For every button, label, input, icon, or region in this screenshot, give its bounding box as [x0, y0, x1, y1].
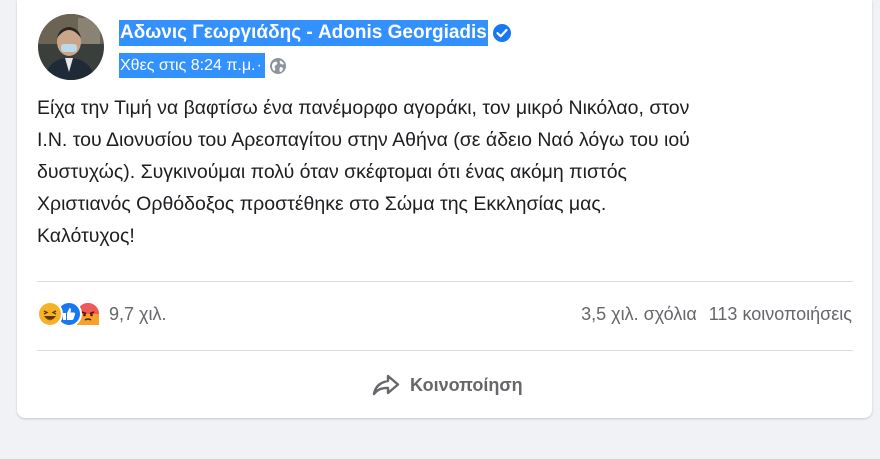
profile-photo-icon	[38, 14, 104, 80]
divider	[37, 350, 853, 351]
author-name-link[interactable]: Αδωνις Γεωργιάδης - Adonis Georgiadis	[119, 20, 488, 46]
post-text: Είχα την Τιμή να βαφτίσω ένα πανέμορφο α…	[37, 97, 690, 247]
globe-icon[interactable]	[269, 57, 287, 75]
share-button[interactable]: Κοινοποίηση	[370, 364, 523, 406]
reaction-count[interactable]: 9,7 χιλ.	[109, 304, 166, 325]
verified-badge-icon	[492, 23, 512, 43]
share-arrow-icon	[370, 372, 402, 398]
reactions-summary[interactable]: 9,7 χιλ.	[37, 300, 166, 328]
meta-separator: ·	[256, 53, 265, 78]
comments-count-link[interactable]: 3,5 χιλ. σχόλια	[581, 304, 697, 325]
shares-count-link[interactable]: 113 κοινοποιήσεις	[709, 304, 852, 325]
post-meta: Χθες στις 8:24 π.μ. ·	[119, 52, 287, 79]
author-row: Αδωνις Γεωργιάδης - Adonis Georgiadis	[119, 19, 512, 47]
divider	[37, 281, 853, 282]
share-label: Κοινοποίηση	[410, 374, 523, 395]
post-card: Αδωνις Γεωργιάδης - Adonis Georgiadis Χθ…	[17, 0, 872, 418]
engagement-stats: 3,5 χιλ. σχόλια 113 κοινοποιήσεις	[581, 300, 852, 328]
haha-reaction-icon	[37, 301, 63, 327]
post-timestamp-link[interactable]: Χθες στις 8:24 π.μ.	[119, 53, 257, 78]
avatar[interactable]	[38, 14, 104, 80]
